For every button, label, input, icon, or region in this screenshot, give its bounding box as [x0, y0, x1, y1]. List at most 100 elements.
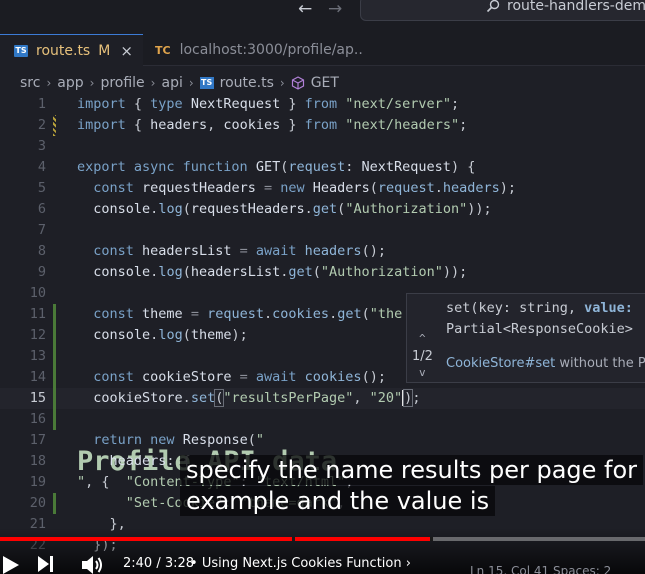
line-number: 14	[29, 369, 46, 385]
code-line: 17 return new Response("Profile API data…	[0, 430, 645, 490]
back-arrow-icon[interactable]: ←	[298, 0, 312, 20]
code-text: const headersList = await headers();	[93, 243, 386, 259]
code-line: 6 console.log(requestHeaders.get("Author…	[0, 199, 645, 220]
forward-arrow-icon[interactable]: →	[328, 0, 342, 20]
symbol-method-icon	[291, 76, 304, 90]
chevron-right-icon: ›	[89, 76, 95, 90]
caption-line: specify the name results per page for	[180, 455, 644, 485]
time-display: 2:40 / 3:28	[123, 556, 195, 571]
line-number: 17	[29, 432, 46, 448]
next-video-icon[interactable]	[36, 554, 56, 574]
line-number: 18	[29, 453, 46, 469]
chevron-right-icon: ›	[279, 76, 285, 90]
editor-status: Ln 15, Col 41 Spaces: 2	[470, 564, 612, 574]
breadcrumb-item-profile[interactable]: profile	[100, 75, 144, 91]
line-number: 8	[37, 243, 46, 259]
line-number: 6	[37, 201, 46, 217]
chapter-title[interactable]: • Using Next.js Cookies Function ›	[190, 556, 411, 571]
line-number: 10	[29, 285, 46, 301]
line-number: 3	[37, 138, 46, 154]
breadcrumb-item-file[interactable]: route.ts	[220, 75, 274, 91]
gutter-added-marker	[53, 388, 56, 409]
modified-indicator: M	[98, 42, 111, 59]
signature-line: set(key: string, value:	[446, 300, 633, 316]
editor-tab-bar: TS route.ts M × TC localhost:3000/profil…	[0, 34, 645, 66]
code-text: import { headers, cookies } from "next/h…	[77, 117, 468, 133]
code-line: 8 const headersList = await headers();	[0, 241, 645, 262]
chevron-right-icon: ›	[405, 556, 411, 571]
chapter-marker	[430, 537, 433, 541]
signature-type: Partial<ResponseCookie>	[446, 321, 633, 337]
volume-icon[interactable]	[80, 554, 104, 574]
thunder-client-icon: TC	[155, 43, 171, 57]
breadcrumb-item-symbol[interactable]: GET	[311, 75, 339, 91]
gutter-added-marker	[53, 367, 56, 388]
breadcrumb-item-app[interactable]: app	[57, 75, 83, 91]
code-text: console.log(headersList.get("Authorizati…	[93, 264, 468, 280]
title-bar: ← → route-handlers-demo	[0, 0, 645, 34]
code-line: 3	[0, 136, 645, 157]
code-line: 5 const requestHeaders = new Headers(req…	[0, 178, 645, 199]
parameter-hints-widget: ^ 1/2 v set(key: string, value: Partial<…	[406, 293, 645, 383]
code-line: 9 console.log(headersList.get("Authoriza…	[0, 262, 645, 283]
line-number: 2	[37, 117, 46, 133]
doc-link[interactable]: CookieStore#set	[446, 356, 555, 371]
next-signature-icon[interactable]: v	[419, 366, 426, 379]
gutter-modified-marker	[53, 115, 56, 136]
line-number: 5	[37, 180, 46, 196]
code-line-current: 15 cookieStore.set("resultsPerPage", "20…	[0, 388, 645, 409]
line-number: 16	[29, 411, 46, 427]
tab-localhost[interactable]: TC localhost:3000/profile/ap..	[143, 34, 403, 66]
gutter-added-marker	[53, 493, 56, 514]
chevron-right-icon: ›	[46, 76, 52, 90]
code-text: const requestHeaders = new Headers(reque…	[93, 180, 517, 196]
code-text: console.log(theme);	[93, 327, 248, 343]
chapter-dot: •	[190, 556, 198, 571]
line-number: 13	[29, 348, 46, 364]
code-text: const cookieStore = await cookies();	[93, 369, 386, 385]
line-number: 19	[29, 474, 46, 490]
breadcrumb-item-src[interactable]: src	[20, 75, 40, 91]
breadcrumb-item-api[interactable]: api	[161, 75, 182, 91]
gutter-added-marker	[53, 409, 56, 430]
tab-label: localhost:3000/profile/ap..	[179, 42, 363, 58]
caption-line: example and the value is	[180, 486, 496, 516]
code-line: 2 import { headers, cookies } from "next/…	[0, 115, 645, 136]
line-number: 12	[29, 327, 46, 343]
code-line: 4 export async function GET(request: Next…	[0, 157, 645, 178]
tab-route-ts[interactable]: TS route.ts M ×	[0, 34, 143, 66]
search-icon	[486, 0, 500, 13]
chevron-right-icon: ›	[188, 76, 194, 90]
line-number: 20	[29, 495, 46, 511]
progress-bar[interactable]	[0, 537, 645, 541]
code-text: export async function GET(request: NextR…	[77, 159, 476, 175]
search-text: route-handlers-demo	[507, 0, 645, 14]
close-tab-icon[interactable]: ×	[120, 42, 133, 60]
code-text: console.log(requestHeaders.get("Authoriz…	[93, 201, 492, 217]
gutter-added-marker	[53, 304, 56, 325]
code-line: 7	[0, 220, 645, 241]
line-number: 9	[37, 264, 46, 280]
line-number: 1	[37, 96, 46, 112]
progress-played	[0, 537, 433, 541]
line-number: 11	[29, 306, 46, 322]
signature-text: set(key: string,	[446, 300, 585, 316]
code-text: import { type NextRequest } from "next/s…	[77, 96, 460, 112]
gutter-added-marker	[53, 346, 56, 367]
signature-counter: 1/2	[412, 349, 433, 364]
breadcrumb: src › app › profile › api › TS route.ts …	[20, 72, 339, 94]
gutter-added-marker	[53, 325, 56, 346]
line-number: 4	[37, 159, 46, 175]
previous-signature-icon[interactable]: ^	[419, 332, 426, 345]
command-center-search[interactable]: route-handlers-demo	[360, 0, 645, 21]
code-text: const theme = request.cookies.get("the	[93, 306, 403, 322]
typescript-file-icon: TS	[199, 77, 214, 89]
doc-text: without the P	[555, 356, 645, 371]
play-icon[interactable]	[0, 554, 22, 574]
line-number: 15	[29, 390, 46, 406]
chapter-label: Using Next.js Cookies Function	[201, 556, 402, 571]
chevron-right-icon: ›	[150, 76, 156, 90]
signature-doc: CookieStore#set without the P	[446, 356, 645, 371]
player-controls: 2:40 / 3:28 • Using Next.js Cookies Func…	[0, 548, 645, 574]
tab-label: route.ts	[36, 42, 91, 59]
